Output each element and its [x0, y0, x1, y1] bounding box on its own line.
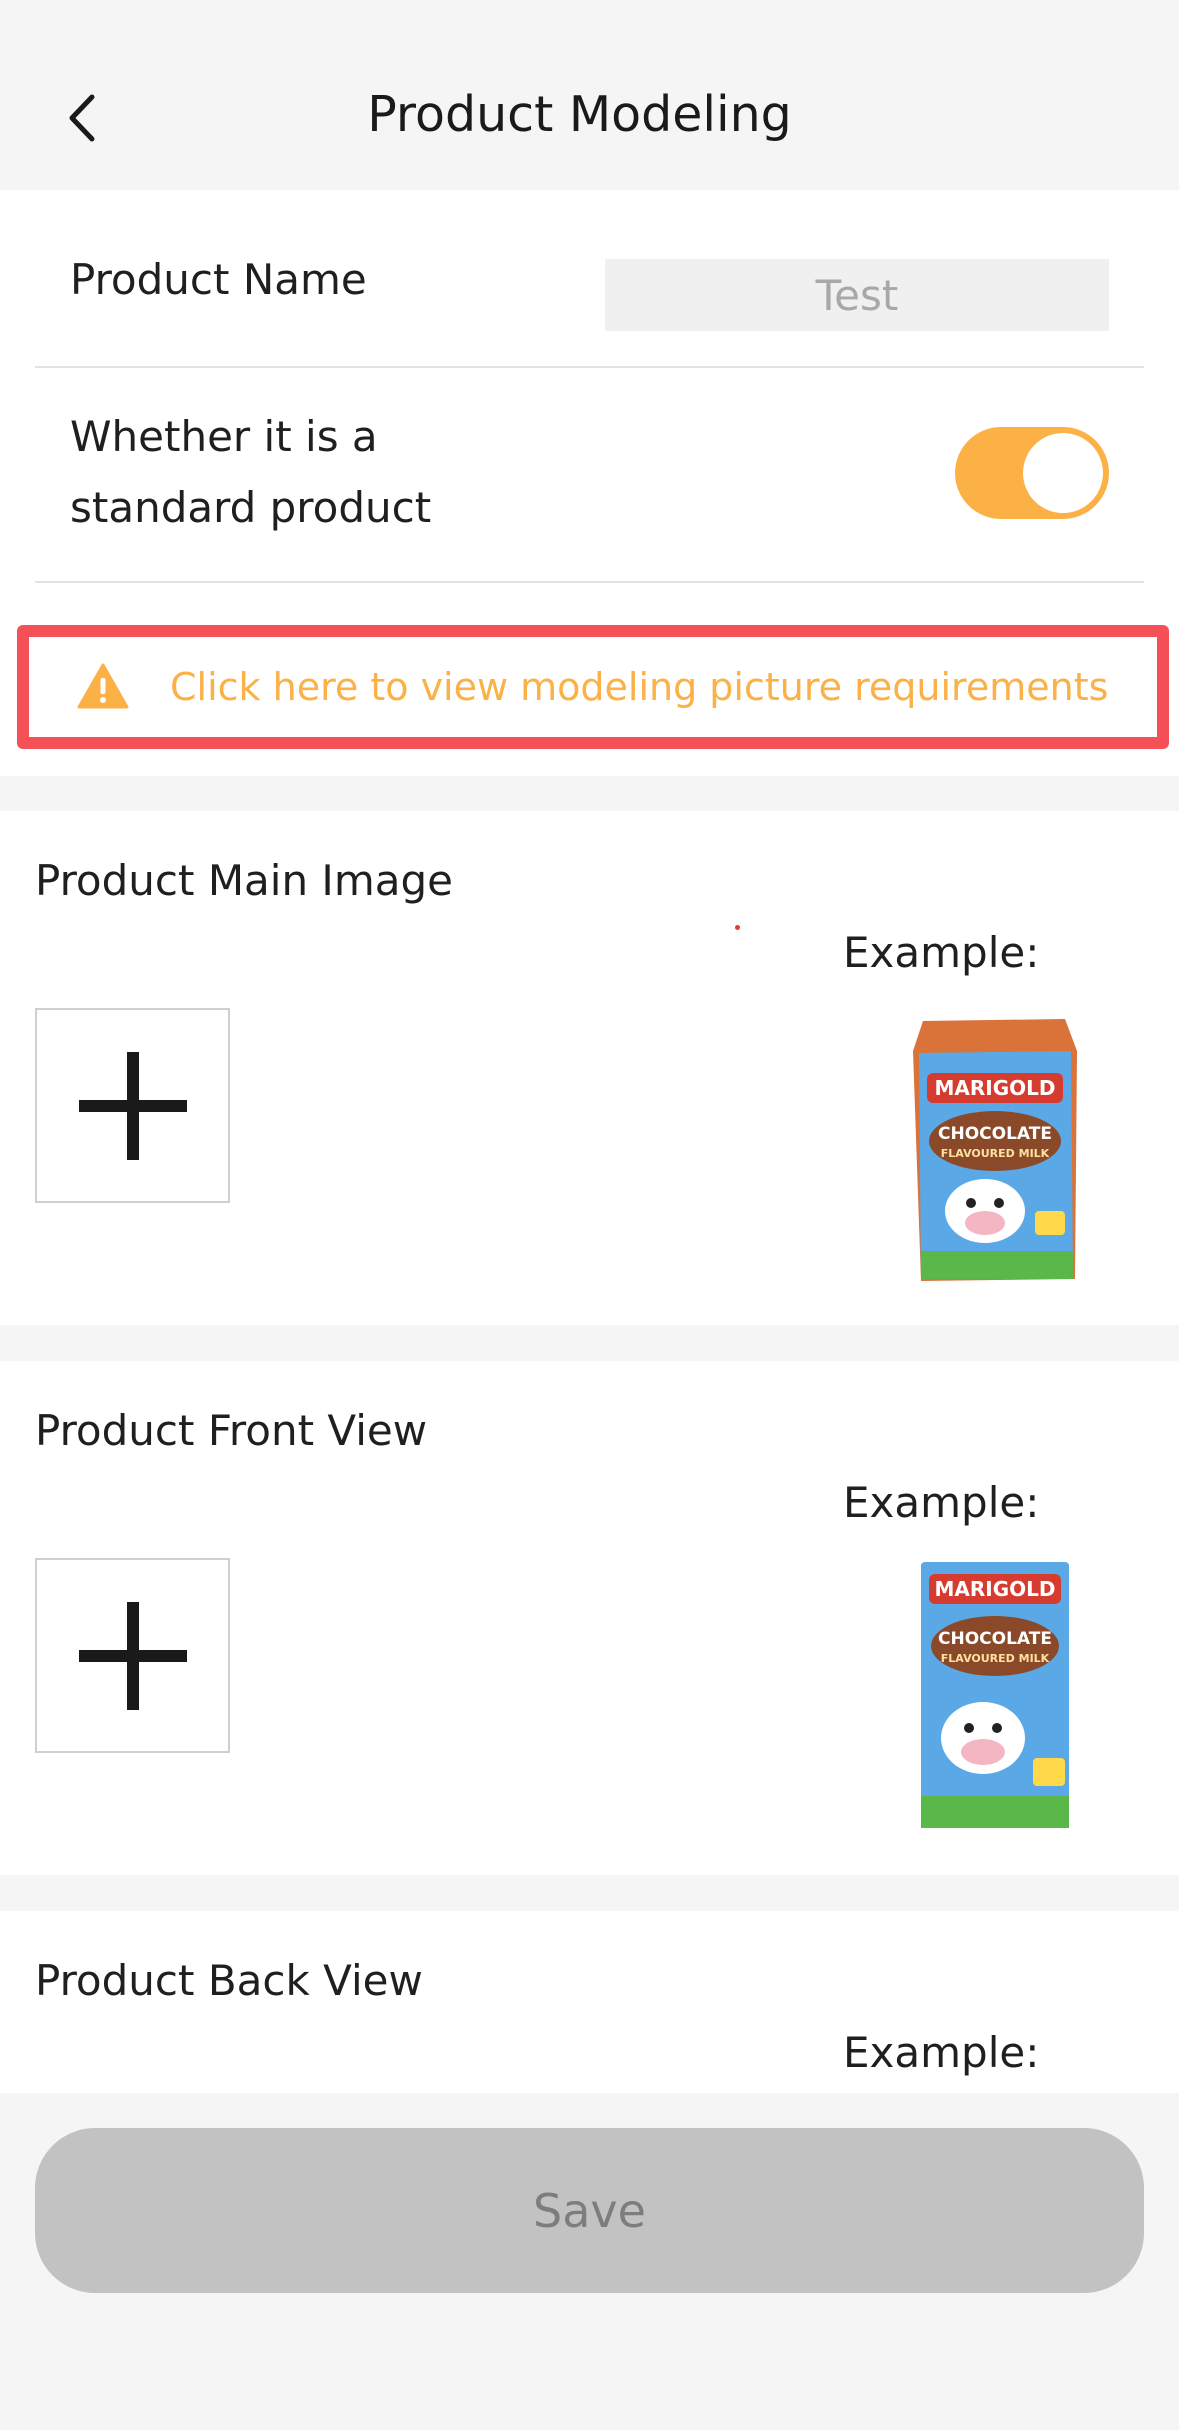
example-label-back-view: Example: — [843, 2028, 1040, 2077]
example-name-line1: CHOCOLATE — [938, 1124, 1052, 1144]
product-name-label: Product Name — [70, 255, 367, 304]
product-name-row: Product Name — [35, 190, 1144, 368]
product-name-input[interactable] — [605, 259, 1109, 331]
page-title: Product Modeling — [367, 86, 792, 143]
red-dot-marker — [735, 925, 740, 930]
plus-icon — [78, 1601, 187, 1710]
header-bar: Product Modeling — [0, 0, 1179, 190]
example-brand-text: MARIGOLD — [935, 1076, 1056, 1100]
standard-product-row: Whether it is a standard product — [35, 368, 1144, 583]
example-main-image: MARIGOLD CHOCOLATE FLAVOURED MILK — [913, 1019, 1077, 1281]
example-front-name-line1: CHOCOLATE — [938, 1629, 1052, 1649]
warning-icon — [77, 663, 129, 709]
section-title-main-image: Product Main Image — [35, 856, 453, 905]
main-image-section: Product Main Image Example: MARIGOLD CHO… — [0, 811, 1179, 1325]
upload-front-view-button[interactable] — [35, 1558, 230, 1753]
example-label-main-image: Example: — [843, 928, 1040, 977]
toggle-knob — [1023, 433, 1103, 513]
standard-product-toggle[interactable] — [955, 427, 1109, 519]
back-view-section: Product Back View Example: — [0, 1911, 1179, 2093]
standard-product-label-line2: standard product — [70, 483, 432, 532]
standard-product-label-line1: Whether it is a — [70, 412, 378, 461]
example-label-front-view: Example: — [843, 1478, 1040, 1527]
product-form: Product Name Whether it is a standard pr… — [0, 190, 1179, 776]
plus-icon — [78, 1051, 187, 1160]
front-view-section: Product Front View Example: MARIGOLD CHO… — [0, 1361, 1179, 1875]
section-title-front-view: Product Front View — [35, 1406, 428, 1455]
footer-bar: Save — [0, 2093, 1179, 2430]
section-title-back-view: Product Back View — [35, 1956, 423, 2005]
example-front-brand-text: MARIGOLD — [935, 1577, 1056, 1601]
example-front-view: MARIGOLD CHOCOLATE FLAVOURED MILK — [921, 1562, 1069, 1828]
upload-main-image-button[interactable] — [35, 1008, 230, 1203]
modeling-requirements-link[interactable]: Click here to view modeling picture requ… — [17, 625, 1169, 749]
example-front-name-line2: FLAVOURED MILK — [941, 1652, 1050, 1665]
save-button[interactable]: Save — [35, 2128, 1144, 2293]
modeling-requirements-text: Click here to view modeling picture requ… — [170, 665, 1109, 709]
example-name-line2: FLAVOURED MILK — [941, 1147, 1050, 1160]
